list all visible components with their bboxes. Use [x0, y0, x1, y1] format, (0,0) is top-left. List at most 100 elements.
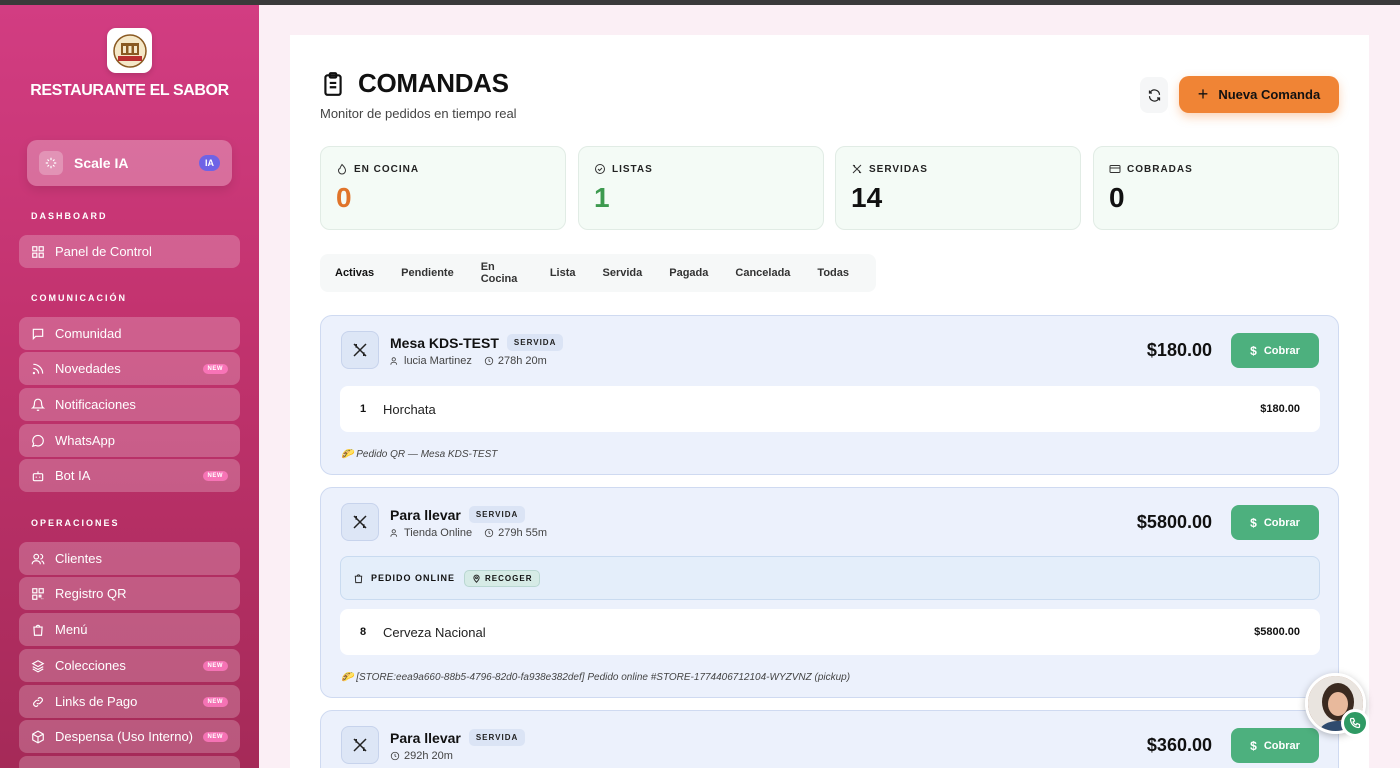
bag-icon [33, 624, 43, 636]
cobrar-button[interactable]: $ Cobrar [1231, 333, 1319, 368]
link-icon [33, 696, 43, 707]
whatsapp-icon [31, 434, 44, 447]
stat-value: 1 [594, 182, 610, 213]
new-badge: NEW [202, 470, 228, 481]
status-tabs: Activas Pendiente En Cocina Lista Servid… [320, 254, 876, 292]
sidebar-item-whatsapp[interactable]: WhatsApp [19, 424, 240, 457]
clipboard-icon [324, 71, 342, 96]
item-qty: 1 [360, 403, 367, 415]
refresh-button[interactable] [1140, 77, 1168, 113]
clock-icon [390, 751, 400, 761]
status-badge: SERVIDA [506, 334, 564, 351]
card-icon [1109, 165, 1121, 173]
clock-icon [484, 528, 494, 538]
scale-ia-button[interactable]: Scale IA IA [27, 140, 232, 186]
pickup-badge: RECOGER [464, 569, 541, 587]
sidebar-item-links-de-pago[interactable]: Links de Pago NEW [19, 685, 240, 718]
sidebar-item-label: Novedades [55, 361, 121, 376]
sidebar-item-label: Despensa (Uso Interno) [55, 729, 194, 744]
order-card[interactable]: Para llevar SERVIDA 292h 20m $360.00 $ C… [320, 710, 1339, 768]
sidebar: RESTAURANTE EL SABOR Scale IA IA DASHBOA… [0, 5, 259, 768]
stat-value: 14 [851, 182, 883, 213]
utensils-icon [341, 726, 379, 764]
stat-label: LISTAS [612, 163, 653, 175]
item-price: $180.00 [1260, 403, 1300, 415]
sidebar-item-colecciones[interactable]: Colecciones NEW [19, 649, 240, 682]
new-order-label: Nueva Comanda [1218, 87, 1321, 102]
sidebar-item-despensa[interactable]: Despensa (Uso Interno) NEW [19, 720, 240, 753]
dollar-icon: $ [1250, 343, 1257, 358]
order-waiter: Tienda Online [404, 527, 473, 539]
map-pin-icon [473, 574, 480, 583]
restaurant-logo[interactable] [107, 28, 152, 73]
sidebar-item-novedades[interactable]: Novedades NEW [19, 352, 240, 385]
order-name: Para llevar [390, 506, 461, 523]
call-button[interactable] [1341, 709, 1369, 737]
item-qty: 8 [360, 626, 367, 638]
pickup-label: RECOGER [485, 573, 533, 583]
order-time: 279h 55m [498, 527, 548, 539]
stat-card-listas: LISTAS 1 [578, 146, 824, 230]
order-card[interactable]: Mesa KDS-TEST SERVIDA lucia Martinez 278… [320, 315, 1339, 475]
dollar-icon: $ [1250, 515, 1257, 530]
sidebar-item-label: WhatsApp [55, 433, 115, 448]
sidebar-item-clientes[interactable]: Clientes [19, 542, 240, 575]
cobrar-label: Cobrar [1263, 516, 1300, 529]
users-icon [31, 553, 45, 564]
order-note: 🌮 [STORE:eea9a660-88b5-4796-82d0-fa938e3… [341, 672, 851, 683]
order-total: $180.00 [1146, 340, 1212, 360]
utensils-icon [341, 503, 379, 541]
order-waiter: lucia Martinez [404, 355, 472, 367]
tab-pendiente[interactable]: Pendiente [401, 267, 454, 279]
logo-emblem-icon [112, 33, 147, 68]
tab-servida[interactable]: Servida [603, 267, 643, 279]
section-title-operaciones: OPERACIONES [31, 518, 120, 528]
new-badge: NEW [202, 731, 228, 742]
order-total: $5800.00 [1136, 512, 1212, 532]
section-title-comunicacion: COMUNICACIÓN [31, 293, 127, 303]
users-icon [390, 357, 398, 365]
new-badge: NEW [202, 696, 228, 707]
stat-value: 0 [336, 182, 352, 213]
stat-label: SERVIDAS [869, 163, 928, 175]
sidebar-item-label: Clientes [55, 551, 102, 566]
qr-icon [32, 587, 44, 600]
sparkle-icon [39, 151, 63, 175]
clock-icon [484, 356, 494, 366]
item-price: $5800.00 [1254, 626, 1300, 638]
utensils-icon [341, 331, 379, 369]
sidebar-item-notificaciones[interactable]: Notificaciones [19, 388, 240, 421]
sidebar-item-panel-de-control[interactable]: Panel de Control [19, 235, 240, 268]
item-name: Horchata [383, 401, 436, 417]
section-title-dashboard: DASHBOARD [31, 211, 108, 221]
cobrar-button[interactable]: $ Cobrar [1231, 728, 1319, 763]
users-icon [390, 529, 398, 537]
sidebar-item-partial[interactable] [19, 756, 240, 768]
sidebar-item-menu[interactable]: Menú [19, 613, 240, 646]
sidebar-item-registro-qr[interactable]: Registro QR [19, 577, 240, 610]
check-circle-icon [595, 164, 605, 174]
plus-icon: + [1197, 84, 1209, 104]
tab-todas[interactable]: Todas [817, 267, 849, 279]
new-order-button[interactable]: + Nueva Comanda [1179, 76, 1339, 113]
sidebar-item-label: Links de Pago [55, 694, 138, 709]
tab-pagada[interactable]: Pagada [669, 267, 708, 279]
tab-activas[interactable]: Activas [335, 267, 374, 279]
cobrar-button[interactable]: $ Cobrar [1231, 505, 1319, 540]
new-badge: NEW [202, 660, 228, 671]
tab-lista[interactable]: Lista [550, 267, 576, 279]
tab-en-cocina[interactable]: En Cocina [481, 261, 523, 285]
page-title: COMANDAS [320, 68, 509, 99]
order-total: $360.00 [1146, 735, 1212, 755]
online-order-banner: PEDIDO ONLINE RECOGER [340, 556, 1320, 600]
page-subtitle: Monitor de pedidos en tiempo real [320, 106, 517, 121]
main-content: COMANDAS Monitor de pedidos en tiempo re… [290, 35, 1369, 768]
order-item-row: 1 Horchata $180.00 [340, 386, 1320, 432]
sidebar-item-label: Panel de Control [55, 244, 152, 259]
order-card[interactable]: Para llevar SERVIDA Tienda Online 279h 5… [320, 487, 1339, 698]
sidebar-item-comunidad[interactable]: Comunidad [19, 317, 240, 350]
sidebar-item-label: Menú [55, 622, 88, 637]
sidebar-item-label: Registro QR [55, 586, 127, 601]
sidebar-item-bot-ia[interactable]: Bot IA NEW [19, 459, 240, 492]
tab-cancelada[interactable]: Cancelada [735, 267, 790, 279]
